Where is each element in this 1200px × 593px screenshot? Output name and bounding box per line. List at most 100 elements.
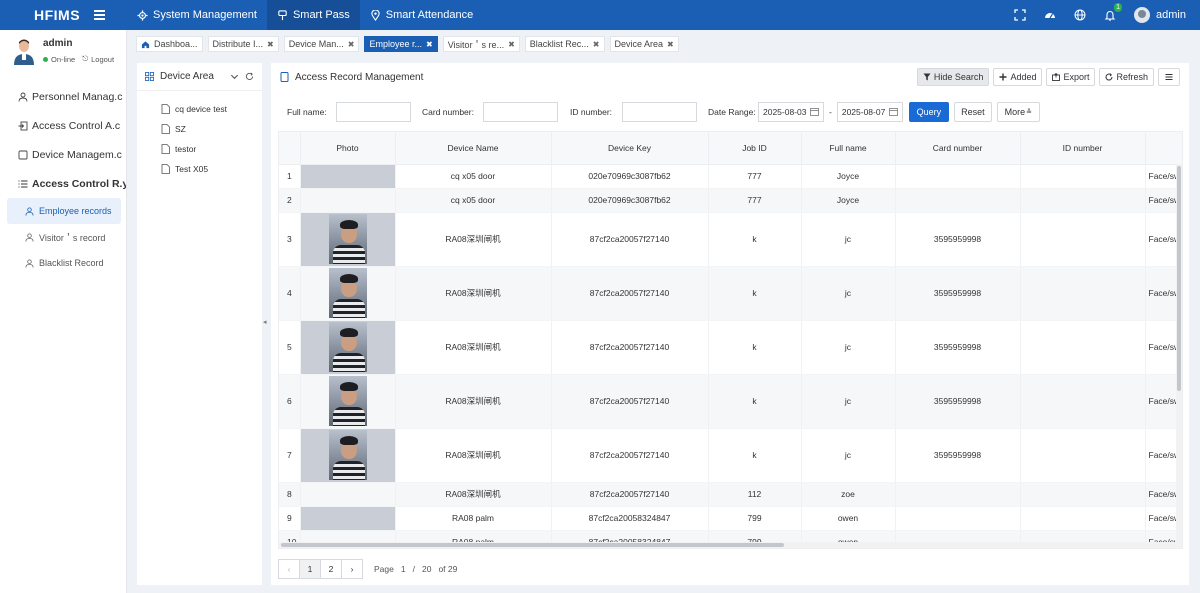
refresh-button[interactable]: Refresh [1099,68,1154,86]
col-header-full-name[interactable]: Full name [801,132,896,165]
page-size-select[interactable]: 20 [422,564,431,574]
col-header-photo[interactable]: Photo [300,132,396,165]
face-photo-thumbnail[interactable] [328,214,367,264]
topnav-smart-pass[interactable]: Smart Pass [266,0,360,30]
tab-dashboard[interactable]: Dashboa... [136,36,203,52]
tree-item[interactable]: testor [137,139,262,159]
sidebar-subitem-visitor-record[interactable]: Visitor＇s record [0,224,126,250]
table-row[interactable]: 6 RA08深圳闸机 87cf2ca20057f27140 k jc 3595959998… [279,374,1182,429]
tree-item[interactable]: cq device test [137,99,262,119]
query-button[interactable]: Query [908,101,949,122]
sidebar-item-access-control-records[interactable]: Access Control R.y [0,169,126,198]
sidebar-item-label: Personnel Manag.c [32,90,123,103]
user-menu[interactable]: admin [1134,7,1186,23]
profile-name: admin [43,38,73,49]
col-header-device-name[interactable]: Device Name [395,132,552,165]
tab-distribute[interactable]: Distribute I... ✖ [207,36,279,52]
tab-device-management[interactable]: Device Man... ✖ [283,36,360,52]
face-photo-thumbnail[interactable] [328,430,367,480]
reset-button[interactable]: Reset [953,101,992,122]
refresh-icon[interactable] [245,72,254,81]
added-button[interactable]: Added [993,68,1043,86]
sidebar-subitem-blacklist-record[interactable]: Blacklist Record [0,250,126,276]
vertical-scrollbar[interactable] [1176,164,1182,548]
col-header-id-number[interactable]: ID number [1020,132,1146,165]
table-row[interactable]: 5 RA08深圳闸机 87cf2ca20057f27140 k jc 3595959998… [279,320,1182,375]
dashboard-gauge-icon[interactable] [1044,9,1056,21]
date-to-input[interactable]: 2025-08-07 [836,101,903,122]
sidebar-item-personnel[interactable]: Personnel Manag.c [0,82,126,111]
close-icon[interactable]: ✖ [667,40,674,49]
date-from-input[interactable]: 2025-08-03 [758,101,824,122]
hamburger-menu-icon[interactable] [94,10,106,20]
export-button[interactable]: Export [1046,68,1096,86]
logout-link[interactable]: Logout [91,55,114,64]
card-number-cell: 3595959998 [895,374,1021,429]
col-header-verify-mode[interactable] [1145,132,1182,165]
chevron-down-icon[interactable] [230,72,239,81]
prev-page-button[interactable]: ‹ [278,559,300,579]
tab-visitor-records[interactable]: Visitor＇s re... ✖ [442,36,520,52]
full-name-input[interactable] [336,101,411,122]
col-header-card-number[interactable]: Card number [895,132,1021,165]
tab-label: Dashboa... [154,39,198,49]
notification-badge: 1 [1114,3,1123,12]
close-icon[interactable]: ✖ [267,40,274,49]
person-icon [18,92,28,102]
page-button-2[interactable]: 2 [320,559,342,579]
table-row[interactable]: 4 RA08深圳闸机 87cf2ca20057f27140 k jc 3595959998… [279,266,1182,321]
tab-blacklist-records[interactable]: Blacklist Rec... ✖ [524,36,605,52]
person-icon [25,232,34,242]
sidebar-item-access-control-auth[interactable]: Access Control A.c [0,111,126,140]
table-row[interactable]: 7 RA08深圳闸机 87cf2ca20057f27140 k jc 3595959998… [279,428,1182,483]
next-page-button[interactable]: › [341,559,363,579]
tree-item[interactable]: Test X05 [137,159,262,179]
tab-employee-records[interactable]: Employee r... ✖ [364,36,438,52]
device-key-cell: 87cf2ca20057f27140 [551,320,709,375]
col-header-job-id[interactable]: Job ID [708,132,802,165]
job-id-cell: 777 [708,164,802,189]
tab-label: Visitor＇s re... [447,39,505,50]
row-index: 1 [279,164,301,189]
close-icon[interactable]: ✖ [593,40,600,49]
face-photo-thumbnail[interactable] [328,268,367,318]
close-icon[interactable]: ✖ [508,40,515,49]
card-number-input[interactable] [483,101,558,122]
page-button-1[interactable]: 1 [299,559,321,579]
table-row[interactable]: 9 RA08 palm 87cf2ca20058324847 799 owen Face/… [279,506,1182,531]
table-row[interactable]: 1 cq x05 door 020e70969c3087fb62 777 Joyce Fa… [279,164,1182,189]
plus-icon [999,73,1007,81]
records-table-wrapper: Photo Device Name Device Key Job ID Full… [278,131,1183,549]
horizontal-scrollbar[interactable] [279,542,1182,548]
device-name-cell: cq x05 door [395,164,552,189]
face-photo-thumbnail[interactable] [328,322,367,372]
col-header-device-key[interactable]: Device Key [551,132,709,165]
id-number-cell [1020,212,1146,267]
table-row[interactable]: 3 RA08深圳闸机 87cf2ca20057f27140 k jc 3595959998… [279,212,1182,267]
table-row[interactable]: 8 RA08深圳闸机 87cf2ca20057f27140 112 zoe Face/sw [279,482,1182,507]
sidebar-subitem-employee-records[interactable]: Employee records [7,198,121,224]
close-icon[interactable]: ✖ [348,40,355,49]
tab-device-area[interactable]: Device Area ✖ [609,36,679,52]
logout-icon[interactable]: ⎋ [82,54,88,64]
photo-cell [300,506,396,531]
current-page-input[interactable]: 1 [401,564,406,574]
close-icon[interactable]: ✖ [426,40,433,49]
id-number-input[interactable] [622,101,697,122]
topnav-system-management[interactable]: System Management [127,0,267,30]
more-button[interactable]: More ≚ [996,101,1040,122]
collapse-panel-icon[interactable]: ◂ [263,318,267,326]
sidebar-item-device-management[interactable]: Device Managem.c [0,140,126,169]
top-nav: System Management Smart Pass Smart Atten… [127,0,483,30]
tree-item[interactable]: SZ [137,119,262,139]
hide-search-button[interactable]: Hide Search [916,68,990,86]
menu-button[interactable] [1158,68,1180,86]
table-row[interactable]: 2 cq x05 door 020e70969c3087fb62 777 Joyce Fa… [279,188,1182,213]
fullscreen-icon[interactable] [1014,9,1026,21]
bell-icon[interactable]: 1 [1104,3,1123,21]
face-photo-thumbnail[interactable] [328,376,367,426]
topnav-smart-attendance[interactable]: Smart Attendance [360,0,483,30]
page-info: Page 1 / 20 of 29 [374,564,457,574]
button-label: Hide Search [933,72,984,82]
globe-icon[interactable] [1074,9,1086,21]
